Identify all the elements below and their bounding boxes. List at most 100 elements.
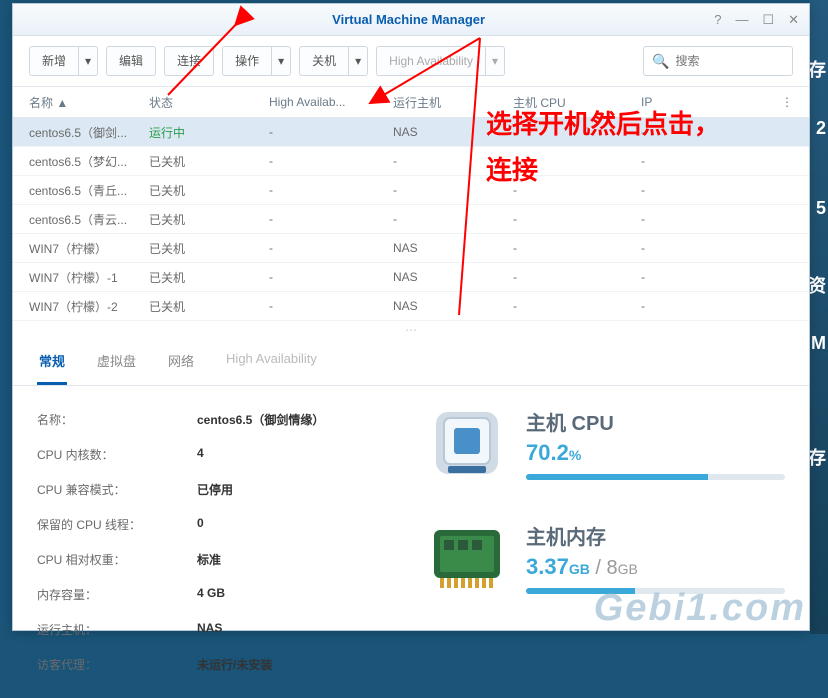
tab-general[interactable]: 常规 [37, 339, 67, 385]
cell-name: WIN7（柠檬） [29, 240, 149, 257]
table-row[interactable]: centos6.5（御剑...运行中-NAS- [13, 118, 809, 147]
app-window: Virtual Machine Manager ? — ☐ ✕ 新增 ▾ 编辑 … [12, 3, 810, 631]
search-input[interactable] [675, 54, 775, 68]
cell-ip: - [641, 241, 741, 255]
titlebar: Virtual Machine Manager ? — ☐ ✕ [13, 4, 809, 36]
cell-cpu: - [513, 212, 641, 226]
minimize-icon[interactable]: — [735, 12, 748, 28]
th-more-icon[interactable]: ⋮ [773, 95, 793, 109]
prop-host-label: 运行主机： [37, 621, 197, 638]
cell-state: 运行中 [149, 124, 269, 141]
prop-weight-value: 标准 [197, 551, 221, 568]
cell-name: centos6.5（青丘... [29, 182, 149, 199]
cell-ha: - [269, 125, 393, 139]
cell-cpu: - [513, 270, 641, 284]
cpu-stat-value: 70.2 [526, 440, 569, 465]
th-name[interactable]: 名称 ▲ [29, 94, 149, 111]
cell-name: centos6.5（御剑... [29, 124, 149, 141]
cpu-stat-title: 主机 CPU [526, 407, 785, 436]
cell-ip: - [641, 299, 741, 313]
cell-ip: - [641, 183, 741, 197]
external-sidebar: 存 2 5 资 M 存 [810, 0, 828, 634]
shutdown-button[interactable]: 关机 [299, 46, 348, 76]
cell-name: WIN7（柠檬）-2 [29, 298, 149, 315]
shutdown-dropdown[interactable]: ▾ [348, 46, 368, 76]
table-row[interactable]: centos6.5（梦幻...已关机---- [13, 147, 809, 176]
window-controls: ? — ☐ ✕ [714, 12, 799, 28]
table-row[interactable]: WIN7（柠檬）-1已关机-NAS-- [13, 263, 809, 292]
search-icon: 🔍 [652, 53, 669, 70]
cpu-icon [430, 406, 504, 480]
close-icon[interactable]: ✕ [788, 12, 799, 28]
properties-list: 名称：centos6.5（御剑情缘） CPU 内核数：4 CPU 兼容模式：已停… [37, 402, 410, 682]
action-dropdown[interactable]: ▾ [271, 46, 291, 76]
new-button[interactable]: 新增 [29, 46, 78, 76]
window-title: Virtual Machine Manager [103, 12, 714, 27]
cpu-stat-unit: % [569, 447, 581, 463]
cell-state: 已关机 [149, 182, 269, 199]
cell-state: 已关机 [149, 240, 269, 257]
th-cpu[interactable]: 主机 CPU [513, 94, 641, 111]
cell-cpu: - [513, 183, 641, 197]
cell-host: - [393, 212, 513, 226]
table-row[interactable]: WIN7（柠檬）已关机-NAS-- [13, 234, 809, 263]
cell-ha: - [269, 212, 393, 226]
th-ha[interactable]: High Availab... [269, 95, 393, 109]
help-icon[interactable]: ? [714, 12, 721, 28]
cell-host: NAS [393, 241, 513, 255]
table-header: 名称 ▲ 状态 High Availab... 运行主机 主机 CPU IP ⋮ [13, 86, 809, 118]
cell-name: WIN7（柠檬）-1 [29, 269, 149, 286]
splitter-handle[interactable]: ⋯ [13, 321, 809, 339]
prop-weight-label: CPU 相对权重： [37, 551, 197, 568]
maximize-icon[interactable]: ☐ [762, 12, 774, 28]
tab-network[interactable]: 网络 [166, 339, 196, 385]
table-row[interactable]: WIN7（柠檬）-2已关机-NAS-- [13, 292, 809, 321]
cell-state: 已关机 [149, 153, 269, 170]
prop-reserved-label: 保留的 CPU 线程： [37, 516, 197, 533]
mem-total-value: 8 [607, 557, 618, 579]
cell-host: NAS [393, 125, 513, 139]
prop-name-value: centos6.5（御剑情缘） [197, 411, 324, 428]
tab-ha[interactable]: High Availability [224, 339, 319, 385]
cell-state: 已关机 [149, 211, 269, 228]
memory-icon [430, 520, 504, 594]
table-row[interactable]: centos6.5（青丘...已关机---- [13, 176, 809, 205]
prop-guest-value: 未运行/未安装 [197, 656, 272, 673]
cpu-stat: 主机 CPU 70.2% [430, 406, 785, 480]
table-body: centos6.5（御剑...运行中-NAS-centos6.5（梦幻...已关… [13, 118, 809, 321]
prop-guest-label: 访客代理： [37, 656, 197, 673]
prop-cores-value: 4 [197, 446, 204, 463]
prop-reserved-value: 0 [197, 516, 204, 533]
tab-vdisk[interactable]: 虚拟盘 [95, 339, 138, 385]
cell-ha: - [269, 241, 393, 255]
ha-button[interactable]: High Availability [376, 46, 485, 76]
cell-ip: - [641, 125, 741, 139]
action-button[interactable]: 操作 [222, 46, 271, 76]
table-row[interactable]: centos6.5（青云...已关机---- [13, 205, 809, 234]
detail-tabs: 常规 虚拟盘 网络 High Availability [13, 339, 809, 386]
mem-sep: / [590, 557, 607, 579]
th-ip[interactable]: IP [641, 95, 741, 109]
cell-ip: - [641, 270, 741, 284]
mem-stat-title: 主机内存 [526, 521, 785, 550]
edit-button[interactable]: 编辑 [106, 46, 156, 76]
ha-dropdown[interactable]: ▾ [485, 46, 505, 76]
detail-panel: 名称：centos6.5（御剑情缘） CPU 内核数：4 CPU 兼容模式：已停… [13, 386, 809, 698]
cell-ha: - [269, 154, 393, 168]
cell-ha: - [269, 299, 393, 313]
cell-host: NAS [393, 299, 513, 313]
cell-cpu: - [513, 299, 641, 313]
prop-mem-value: 4 GB [197, 586, 225, 603]
new-dropdown[interactable]: ▾ [78, 46, 98, 76]
connect-button[interactable]: 连接 [164, 46, 214, 76]
th-host[interactable]: 运行主机 [393, 94, 513, 111]
cell-ip: - [641, 212, 741, 226]
search-box[interactable]: 🔍 [643, 46, 793, 76]
cell-name: centos6.5（梦幻... [29, 153, 149, 170]
stats-panel: 主机 CPU 70.2% 主机内存 3.37GB / 8GB [430, 402, 785, 682]
prop-host-value: NAS [197, 621, 222, 638]
cell-host: - [393, 183, 513, 197]
cell-ha: - [269, 183, 393, 197]
cell-cpu: - [513, 241, 641, 255]
th-state[interactable]: 状态 [149, 94, 269, 111]
